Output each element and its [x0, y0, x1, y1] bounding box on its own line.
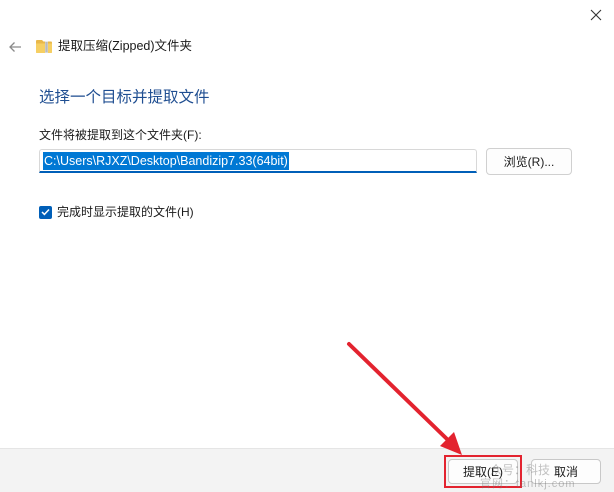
annotation-highlight-box [444, 455, 522, 488]
annotation-arrow [347, 342, 462, 455]
browse-button[interactable]: 浏览(R)... [486, 148, 572, 175]
show-extracted-files-option[interactable]: 完成时显示提取的文件(H) [39, 204, 194, 220]
cancel-button[interactable]: 取消 [531, 459, 601, 484]
zip-folder-icon [36, 40, 52, 53]
check-icon [41, 208, 50, 216]
back-arrow-icon [9, 42, 21, 52]
back-button[interactable] [6, 38, 24, 56]
extract-zip-dialog: 提取压缩(Zipped)文件夹 选择一个目标并提取文件 文件将被提取到这个文件夹… [0, 0, 614, 492]
destination-path-input[interactable]: C:\Users\RJXZ\Desktop\Bandizip7.33(64bit… [39, 149, 477, 173]
destination-folder-label: 文件将被提取到这个文件夹(F): [39, 128, 202, 142]
close-button[interactable] [578, 0, 614, 30]
show-extracted-files-checkbox[interactable] [39, 205, 52, 219]
destination-path-value: C:\Users\RJXZ\Desktop\Bandizip7.33(64bit… [43, 152, 289, 170]
close-icon [590, 9, 602, 21]
page-heading: 选择一个目标并提取文件 [39, 89, 210, 106]
show-extracted-files-label: 完成时显示提取的文件(H) [57, 205, 194, 219]
window-title: 提取压缩(Zipped)文件夹 [58, 39, 193, 53]
